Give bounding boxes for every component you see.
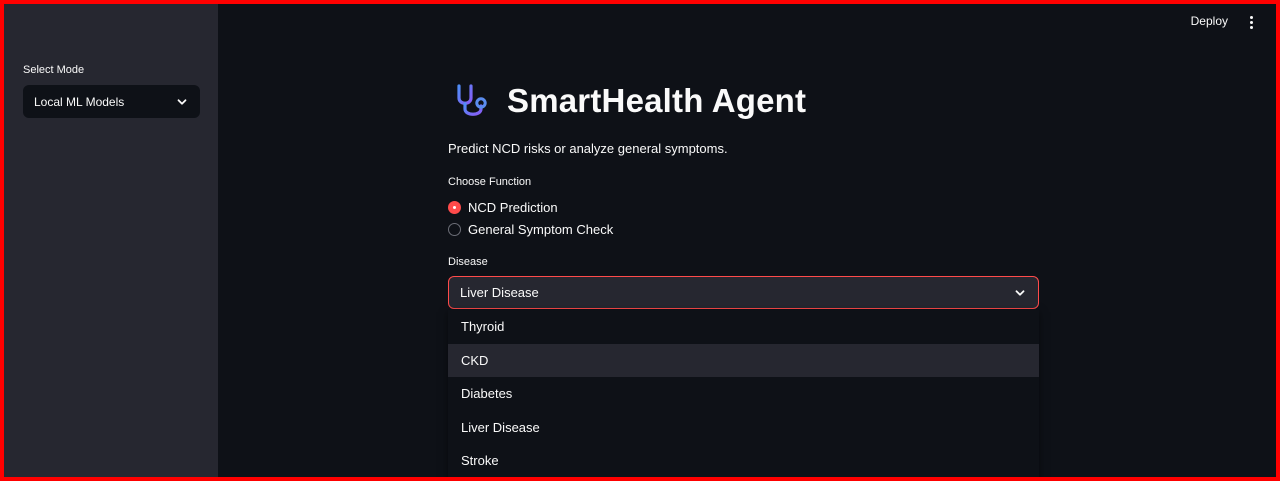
choose-function-label: Choose Function xyxy=(448,176,532,188)
dropdown-option-thyroid[interactable]: Thyroid xyxy=(448,310,1039,344)
stethoscope-icon xyxy=(457,84,487,116)
mode-select[interactable]: Local ML Models xyxy=(23,85,200,118)
disease-dropdown-list: Thyroid CKD Diabetes Liver Disease Strok… xyxy=(448,310,1039,481)
sidebar: Select Mode Local ML Models xyxy=(0,0,218,481)
dropdown-option-diabetes[interactable]: Diabetes xyxy=(448,377,1039,411)
radio-general-symptom-check[interactable]: General Symptom Check xyxy=(448,222,613,237)
radio-button[interactable] xyxy=(448,223,461,236)
radio-label: NCD Prediction xyxy=(468,200,558,215)
radio-ncd-prediction[interactable]: NCD Prediction xyxy=(448,200,558,215)
chevron-down-icon xyxy=(1015,289,1025,296)
radio-button-selected[interactable] xyxy=(448,201,461,214)
disease-select-value: Liver Disease xyxy=(460,285,539,300)
mode-select-value: Local ML Models xyxy=(34,94,125,109)
kebab-menu-icon[interactable] xyxy=(1246,14,1256,30)
dropdown-option-liver-disease[interactable]: Liver Disease xyxy=(448,411,1039,445)
chevron-down-icon xyxy=(177,98,187,105)
select-mode-label: Select Mode xyxy=(23,64,85,76)
disease-select[interactable]: Liver Disease xyxy=(448,276,1039,309)
title-row: SmartHealth Agent xyxy=(453,81,806,121)
dropdown-option-ckd[interactable]: CKD xyxy=(448,343,1039,377)
page-subtitle: Predict NCD risks or analyze general sym… xyxy=(448,141,728,156)
page-title: SmartHealth Agent xyxy=(507,82,807,119)
radio-label: General Symptom Check xyxy=(468,222,614,237)
deploy-button[interactable]: Deploy xyxy=(1191,14,1228,28)
dropdown-option-stroke[interactable]: Stroke xyxy=(448,444,1039,478)
disease-label: Disease xyxy=(448,256,488,268)
